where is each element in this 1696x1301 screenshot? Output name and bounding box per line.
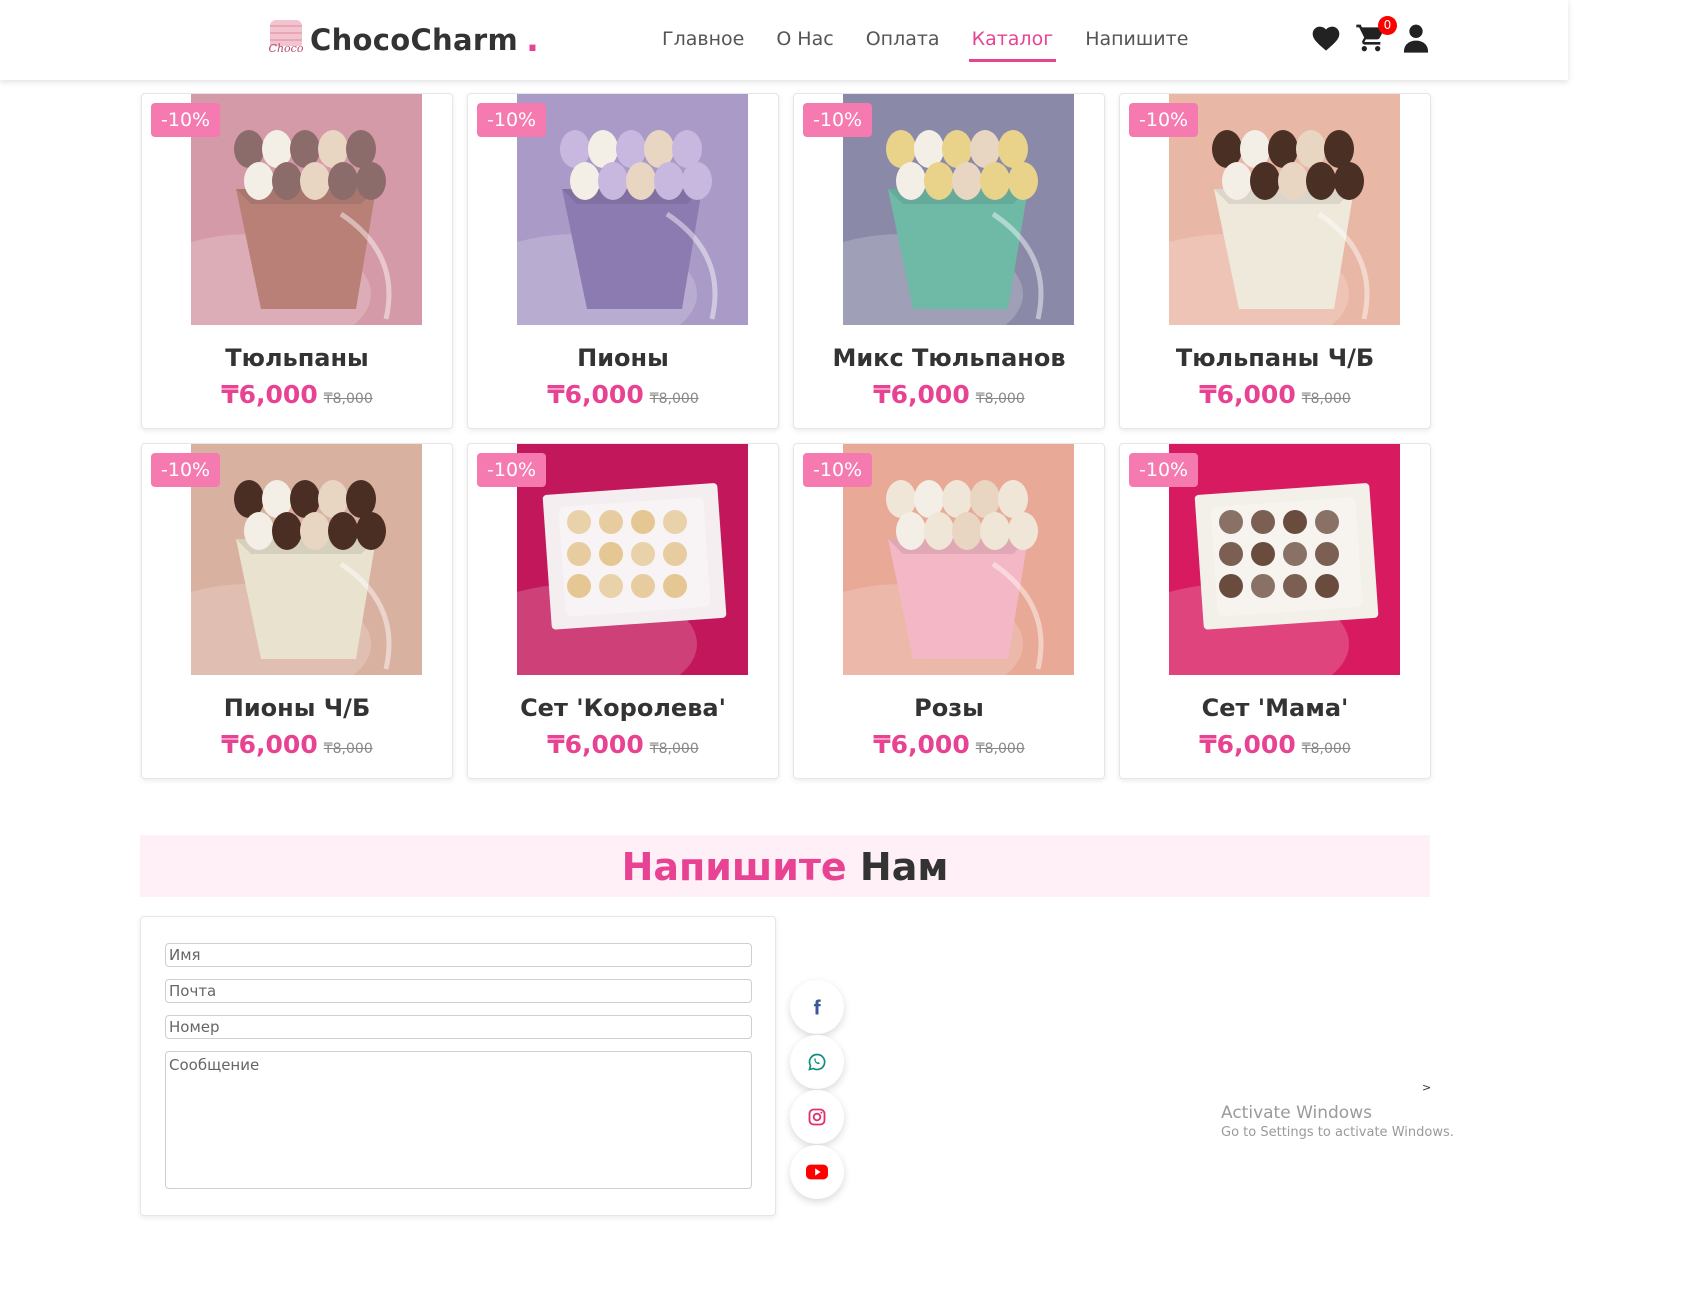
- watermark-subtitle: Go to Settings to activate Windows.: [1221, 1125, 1454, 1140]
- product-name: Пионы Ч/Б: [223, 694, 371, 722]
- heart-icon[interactable]: [1310, 22, 1342, 54]
- youtube-icon: [806, 1164, 828, 1180]
- current-price: ₸6,000: [873, 730, 970, 759]
- current-price: ₸6,000: [547, 380, 644, 409]
- phone-field[interactable]: [165, 1015, 752, 1039]
- product-name: Тюльпаны Ч/Б: [1175, 344, 1375, 372]
- product-price: ₸6,000 ₸8,000: [142, 380, 452, 409]
- contact-heading: Напишите Нам: [140, 835, 1430, 897]
- product-image[interactable]: [517, 444, 748, 675]
- product-price: ₸6,000 ₸8,000: [142, 730, 452, 759]
- brand-logo[interactable]: Choco ChocoCharm .: [264, 16, 539, 64]
- nav-contact[interactable]: Напишите: [1085, 28, 1188, 50]
- discount-badge: -10%: [1129, 103, 1199, 137]
- old-price: ₸8,000: [1301, 391, 1351, 407]
- product-image[interactable]: [517, 94, 748, 325]
- old-price: ₸8,000: [1301, 741, 1351, 757]
- contact-heading-rest: Нам: [859, 845, 949, 889]
- contact-form: [140, 916, 776, 1216]
- nav-home[interactable]: Главное: [662, 28, 744, 50]
- product-price: ₸6,000 ₸8,000: [1120, 380, 1430, 409]
- product-card[interactable]: -10% Пионы ₸6,000 ₸8,000: [467, 93, 779, 429]
- product-price: ₸6,000 ₸8,000: [468, 730, 778, 759]
- product-price: ₸6,000 ₸8,000: [1120, 730, 1430, 759]
- discount-badge: -10%: [151, 103, 221, 137]
- current-price: ₸6,000: [221, 380, 318, 409]
- product-price: ₸6,000 ₸8,000: [468, 380, 778, 409]
- brand-dot: .: [525, 20, 539, 60]
- current-price: ₸6,000: [1199, 730, 1296, 759]
- name-field[interactable]: [165, 943, 752, 967]
- product-card[interactable]: -10% Микс Тюльпанов ₸6,000 ₸8,000: [793, 93, 1105, 429]
- product-name: Сет 'Мама': [1201, 694, 1349, 722]
- discount-badge: -10%: [1129, 453, 1199, 487]
- product-image[interactable]: [843, 444, 1074, 675]
- product-name: Микс Тюльпанов: [832, 344, 1066, 372]
- current-price: ₸6,000: [1199, 380, 1296, 409]
- cake-logo-icon: Choco: [264, 16, 308, 64]
- product-image[interactable]: [191, 94, 422, 325]
- facebook-icon: [814, 999, 821, 1015]
- discount-badge: -10%: [803, 453, 873, 487]
- cart-icon[interactable]: 0: [1355, 16, 1397, 54]
- product-grid: -10% Тюльпаны ₸6,000 ₸8,000 -10% Пионы ₸6…: [141, 93, 1431, 779]
- old-price: ₸8,000: [975, 741, 1025, 757]
- brand-name: ChocoCharm: [310, 23, 518, 57]
- email-field[interactable]: [165, 979, 752, 1003]
- user-icon[interactable]: [1400, 22, 1432, 54]
- header-icons: 0: [1310, 16, 1445, 54]
- discount-badge: -10%: [803, 103, 873, 137]
- instagram-icon: [808, 1108, 826, 1126]
- current-price: ₸6,000: [873, 380, 970, 409]
- product-card[interactable]: -10% Тюльпаны ₸6,000 ₸8,000: [141, 93, 453, 429]
- watermark-title: Activate Windows: [1221, 1103, 1372, 1123]
- youtube-button[interactable]: [790, 1145, 844, 1199]
- whatsapp-icon: [808, 1053, 826, 1071]
- old-price: ₸8,000: [323, 741, 373, 757]
- discount-badge: -10%: [151, 453, 221, 487]
- activate-windows-watermark: Activate Windows Go to Settings to activ…: [1221, 1103, 1454, 1140]
- contact-heading-accent: Напишите: [621, 845, 847, 889]
- product-card[interactable]: -10% Сет 'Королева' ₸6,000 ₸8,000: [467, 443, 779, 779]
- discount-badge: -10%: [477, 453, 547, 487]
- main-nav: Главное О Нас Оплата Каталог Напишите: [662, 28, 1220, 62]
- product-image[interactable]: [1169, 444, 1400, 675]
- product-card[interactable]: -10% Розы ₸6,000 ₸8,000: [793, 443, 1105, 779]
- old-price: ₸8,000: [323, 391, 373, 407]
- nav-about[interactable]: О Нас: [776, 28, 833, 50]
- facebook-button[interactable]: [790, 980, 844, 1034]
- product-card[interactable]: -10% Тюльпаны Ч/Б ₸6,000 ₸8,000: [1119, 93, 1431, 429]
- product-image[interactable]: [191, 444, 422, 675]
- old-price: ₸8,000: [975, 391, 1025, 407]
- discount-badge: -10%: [477, 103, 547, 137]
- old-price: ₸8,000: [649, 391, 699, 407]
- whatsapp-button[interactable]: [790, 1035, 844, 1089]
- product-name: Сет 'Королева': [520, 694, 726, 722]
- product-name: Розы: [914, 694, 984, 722]
- product-price: ₸6,000 ₸8,000: [794, 380, 1104, 409]
- product-price: ₸6,000 ₸8,000: [794, 730, 1104, 759]
- cart-count-badge: 0: [1378, 16, 1397, 35]
- nav-payment[interactable]: Оплата: [866, 28, 940, 50]
- old-price: ₸8,000: [649, 741, 699, 757]
- instagram-button[interactable]: [790, 1090, 844, 1144]
- site-header: Choco ChocoCharm . Главное О Нас Оплата …: [0, 0, 1568, 80]
- message-field[interactable]: [165, 1051, 752, 1189]
- product-image[interactable]: [843, 94, 1074, 325]
- product-card[interactable]: -10% Сет 'Мама' ₸6,000 ₸8,000: [1119, 443, 1431, 779]
- product-name: Тюльпаны: [225, 344, 369, 372]
- current-price: ₸6,000: [547, 730, 644, 759]
- product-image[interactable]: [1169, 94, 1400, 325]
- product-card[interactable]: -10% Пионы Ч/Б ₸6,000 ₸8,000: [141, 443, 453, 779]
- social-links: [790, 980, 844, 1200]
- nav-catalog[interactable]: Каталог: [968, 28, 1056, 62]
- product-name: Пионы: [577, 344, 669, 372]
- current-price: ₸6,000: [221, 730, 318, 759]
- watermark-arrow: >: [1422, 1081, 1432, 1094]
